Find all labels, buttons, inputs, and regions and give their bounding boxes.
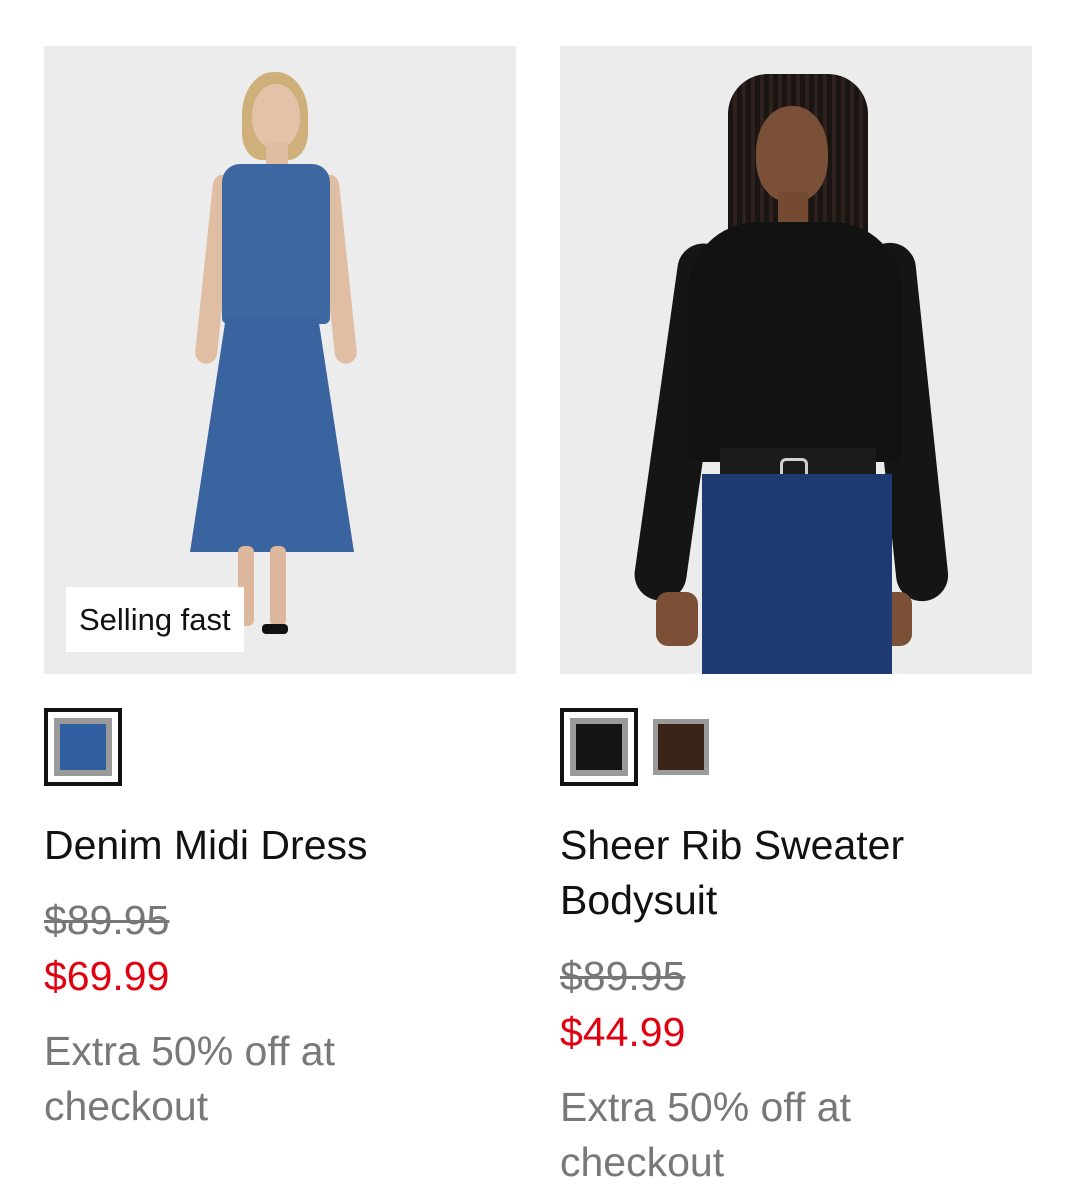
- product-name[interactable]: Sheer Rib Sweater Bodysuit: [560, 818, 1020, 928]
- product-grid: Selling fast Denim Midi Dress $89.95 $69…: [0, 0, 1076, 1200]
- product-name[interactable]: Denim Midi Dress: [44, 818, 504, 873]
- swatch-black[interactable]: [560, 708, 638, 786]
- sale-price: $69.99: [44, 953, 170, 999]
- selling-fast-badge: Selling fast: [66, 587, 244, 652]
- model-illustration: [560, 46, 1032, 674]
- swatch-color-fill: [570, 718, 628, 776]
- product-card[interactable]: Selling fast Denim Midi Dress $89.95 $69…: [44, 46, 516, 1129]
- price-block: $89.95 $44.99 Extra 50% off at checkout: [560, 948, 1020, 1190]
- original-price: $89.95: [44, 897, 170, 943]
- product-image[interactable]: Selling fast: [44, 46, 516, 674]
- original-price: $89.95: [560, 953, 686, 999]
- price-block: $89.95 $69.99 Extra 50% off at checkout: [44, 892, 504, 1134]
- swatch-brown[interactable]: [653, 719, 709, 775]
- product-image[interactable]: [560, 46, 1032, 674]
- model-illustration: [44, 46, 516, 674]
- swatch-denim[interactable]: [44, 708, 122, 786]
- promo-text: Extra 50% off at checkout: [560, 1084, 851, 1185]
- sale-price: $44.99: [560, 1009, 686, 1055]
- promo-text: Extra 50% off at checkout: [44, 1028, 335, 1129]
- product-card[interactable]: Sheer Rib Sweater Bodysuit $89.95 $44.99…: [560, 46, 1032, 1185]
- swatch-color-fill: [54, 718, 112, 776]
